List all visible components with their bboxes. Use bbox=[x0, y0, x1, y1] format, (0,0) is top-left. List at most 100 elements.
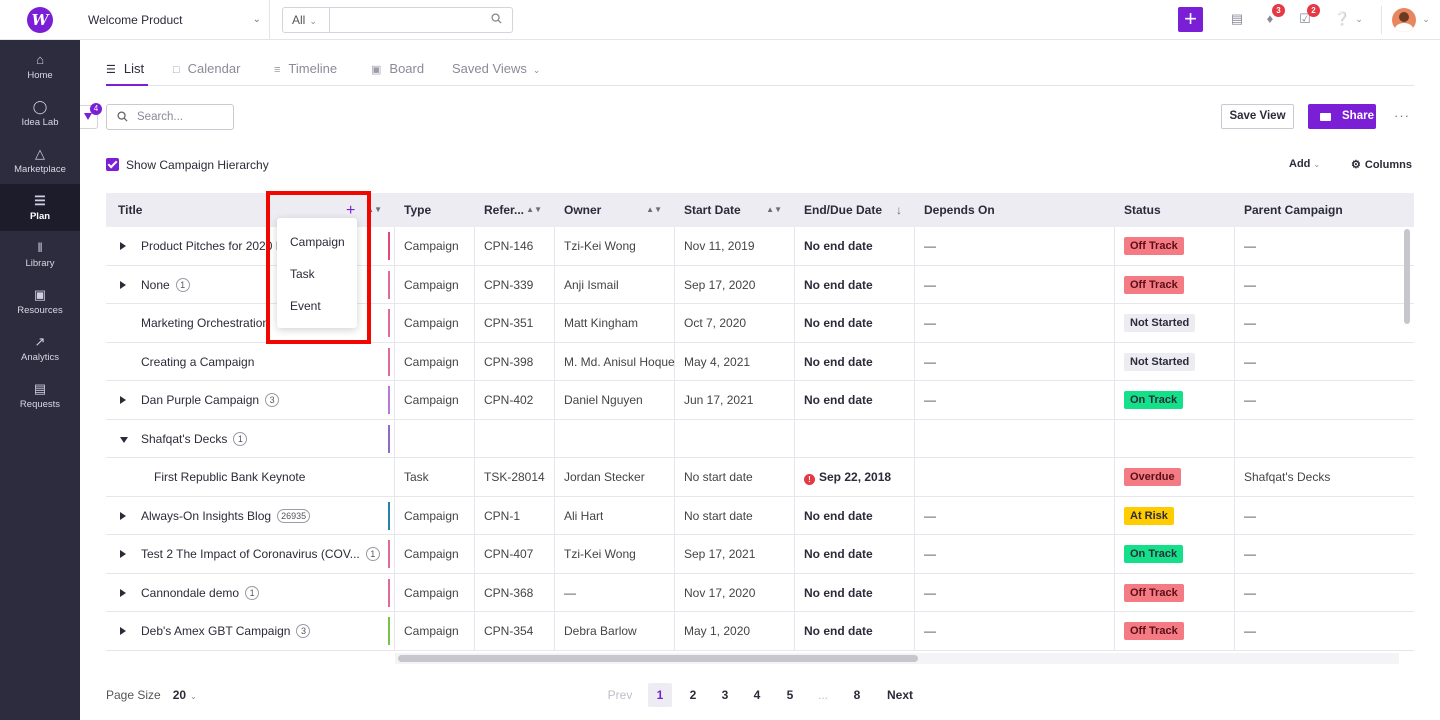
table-row[interactable]: First Republic Bank Keynote Task TSK-28014… bbox=[106, 458, 1414, 497]
row-title[interactable]: Dan Purple Campaign 3 bbox=[141, 381, 280, 419]
tab-saved-views[interactable]: Saved Views ⌄ bbox=[452, 56, 540, 86]
hierarchy-checkbox[interactable] bbox=[106, 158, 119, 171]
header-status[interactable]: Status bbox=[1114, 193, 1234, 227]
row-title[interactable]: Marketing Orchestration bbox=[141, 304, 269, 342]
column-divider bbox=[914, 304, 915, 342]
menu-item-event[interactable]: Event bbox=[290, 299, 321, 313]
tab-calendar[interactable]: □ Calendar bbox=[173, 56, 240, 86]
table-row[interactable]: Deb's Amex GBT Campaign 3 Campaign CPN-354 D… bbox=[106, 612, 1414, 651]
avatar[interactable] bbox=[1392, 8, 1416, 32]
header-start-date[interactable]: Start Date ▲▼ bbox=[674, 193, 794, 227]
sidebar-item-requests[interactable]: ▤ Requests bbox=[0, 372, 80, 419]
header-end-date[interactable]: End/Due Date ↓ bbox=[794, 193, 914, 227]
more-options-icon[interactable]: ··· bbox=[1394, 108, 1410, 123]
search-scope-select[interactable]: All ⌄ bbox=[283, 8, 330, 32]
status-badge[interactable]: Off Track bbox=[1124, 237, 1184, 255]
sidebar-item-plan[interactable]: ☰ Plan bbox=[0, 184, 80, 231]
header-owner[interactable]: Owner ▲▼ bbox=[554, 193, 674, 227]
help-icon[interactable]: ❔ bbox=[1334, 12, 1350, 26]
share-button[interactable]: Share bbox=[1308, 104, 1376, 129]
search-icon[interactable] bbox=[491, 13, 502, 24]
caret-right-icon[interactable] bbox=[120, 511, 126, 520]
sort-icon[interactable]: ▲▼ bbox=[526, 193, 542, 227]
caret-right-icon[interactable] bbox=[120, 550, 126, 558]
row-title[interactable]: Creating a Campaign bbox=[141, 343, 254, 381]
table-row[interactable]: Cannondale demo 1 Campaign CPN-368 — Nov 17, … bbox=[106, 573, 1414, 612]
row-title[interactable]: Always-On Insights Blog 26935 bbox=[141, 497, 311, 535]
header-reference[interactable]: Refer... ▲▼ bbox=[474, 193, 554, 227]
status-badge[interactable]: At Risk bbox=[1124, 506, 1174, 525]
status-badge[interactable]: Not Started bbox=[1124, 314, 1196, 332]
caret-right-icon[interactable] bbox=[120, 627, 126, 635]
status-badge[interactable]: Overdue bbox=[1124, 468, 1181, 486]
row-title[interactable]: Test 2 The Impact of Coronavirus (COV...… bbox=[141, 535, 380, 573]
sidebar-item-home[interactable]: ⌂ Home bbox=[0, 43, 80, 90]
sidebar-item-analytics[interactable]: ↗ Analytics bbox=[0, 325, 80, 372]
chevron-down-icon[interactable]: ⌄ bbox=[1419, 12, 1433, 26]
status-badge[interactable]: On Track bbox=[1124, 545, 1184, 563]
caret-right-icon[interactable] bbox=[120, 242, 126, 250]
column-divider bbox=[794, 458, 795, 496]
page-5-button[interactable]: 5 bbox=[778, 683, 802, 707]
page-4-button[interactable]: 4 bbox=[745, 683, 769, 707]
sidebar-item-library[interactable]: ‖ Library bbox=[0, 231, 80, 278]
row-title[interactable]: Product Pitches for 2020 L bbox=[141, 227, 282, 265]
row-title[interactable]: Cannondale demo 1 bbox=[141, 574, 260, 612]
sort-icon[interactable]: ▲▼ bbox=[766, 193, 782, 227]
header-type[interactable]: Type bbox=[394, 193, 474, 227]
row-title[interactable]: Deb's Amex GBT Campaign 3 bbox=[141, 612, 311, 650]
sort-icon[interactable]: ▲▼ bbox=[646, 193, 662, 227]
table-row[interactable]: Creating a Campaign Campaign CPN-398 M. Md.… bbox=[106, 342, 1414, 381]
menu-item-campaign[interactable]: Campaign bbox=[290, 235, 345, 249]
table-row[interactable]: Shafqat's Decks 1 bbox=[106, 419, 1414, 458]
sidebar-item-marketplace[interactable]: △ Marketplace bbox=[0, 137, 80, 184]
horizontal-scrollbar[interactable] bbox=[398, 655, 918, 662]
create-button[interactable]: + bbox=[1178, 7, 1203, 32]
columns-button[interactable]: ⚙ Columns bbox=[1351, 158, 1412, 171]
workspace-selector[interactable]: Welcome Product ⌄ bbox=[80, 0, 270, 40]
chevron-down-icon[interactable]: ⌄ bbox=[1352, 12, 1366, 26]
status-badge[interactable]: Off Track bbox=[1124, 622, 1184, 640]
page-2-button[interactable]: 2 bbox=[681, 683, 705, 707]
column-divider bbox=[1114, 342, 1115, 381]
table-row[interactable]: Always-On Insights Blog 26935 Campaign CPN-… bbox=[106, 496, 1414, 535]
caret-right-icon[interactable] bbox=[120, 396, 126, 404]
row-ref: CPN-407 bbox=[484, 547, 534, 561]
vertical-scrollbar[interactable] bbox=[1404, 229, 1410, 324]
tab-list[interactable]: ☰ List bbox=[106, 56, 148, 86]
caret-right-icon[interactable] bbox=[120, 280, 126, 289]
page-8-button[interactable]: 8 bbox=[845, 683, 869, 707]
page-1-button[interactable]: 1 bbox=[648, 683, 672, 707]
save-view-button[interactable]: Save View bbox=[1221, 104, 1294, 129]
filter-button[interactable]: 4 bbox=[80, 103, 102, 129]
next-page-button[interactable]: Next bbox=[880, 683, 920, 707]
menu-item-task[interactable]: Task bbox=[290, 267, 315, 281]
status-badge[interactable]: On Track bbox=[1124, 391, 1184, 409]
status-badge[interactable]: Off Track bbox=[1124, 583, 1184, 602]
chat-icon[interactable]: ▤ bbox=[1230, 12, 1244, 26]
add-button[interactable]: Add ⌄ bbox=[1289, 158, 1320, 170]
status-badge[interactable]: Off Track bbox=[1124, 275, 1184, 294]
row-title[interactable]: Shafqat's Decks 1 bbox=[141, 420, 248, 458]
column-divider bbox=[914, 265, 915, 304]
sidebar-item-resources[interactable]: ▣ Resources bbox=[0, 278, 80, 325]
header-parent-campaign[interactable]: Parent Campaign bbox=[1234, 193, 1414, 227]
prev-page-button[interactable]: Prev bbox=[600, 683, 640, 707]
show-hierarchy-toggle[interactable]: Show Campaign Hierarchy bbox=[106, 157, 269, 173]
table-row[interactable]: Test 2 The Impact of Coronavirus (COV...… bbox=[106, 535, 1414, 574]
caret-right-icon[interactable] bbox=[120, 588, 126, 597]
tab-board[interactable]: ▣ Board bbox=[371, 56, 424, 86]
table-row[interactable]: Dan Purple Campaign 3 Campaign CPN-402 Danie… bbox=[106, 381, 1414, 420]
caret-down-icon[interactable] bbox=[120, 436, 128, 443]
search-input[interactable]: Search... bbox=[106, 104, 234, 130]
tab-timeline[interactable]: ≡ Timeline bbox=[274, 56, 337, 86]
row-title[interactable]: None 1 bbox=[141, 266, 190, 304]
arrow-down-icon[interactable]: ↓ bbox=[896, 193, 902, 227]
row-title[interactable]: First Republic Bank Keynote bbox=[154, 458, 305, 496]
page-size-selector[interactable]: Page Size 20 ⌄ bbox=[106, 688, 197, 702]
header-depends-on[interactable]: Depends On bbox=[914, 193, 1114, 227]
page-3-button[interactable]: 3 bbox=[713, 683, 737, 707]
status-badge[interactable]: Not Started bbox=[1124, 352, 1196, 371]
sidebar-item-idea-lab[interactable]: ◯ Idea Lab bbox=[0, 90, 80, 137]
app-logo[interactable]: W bbox=[27, 7, 53, 33]
